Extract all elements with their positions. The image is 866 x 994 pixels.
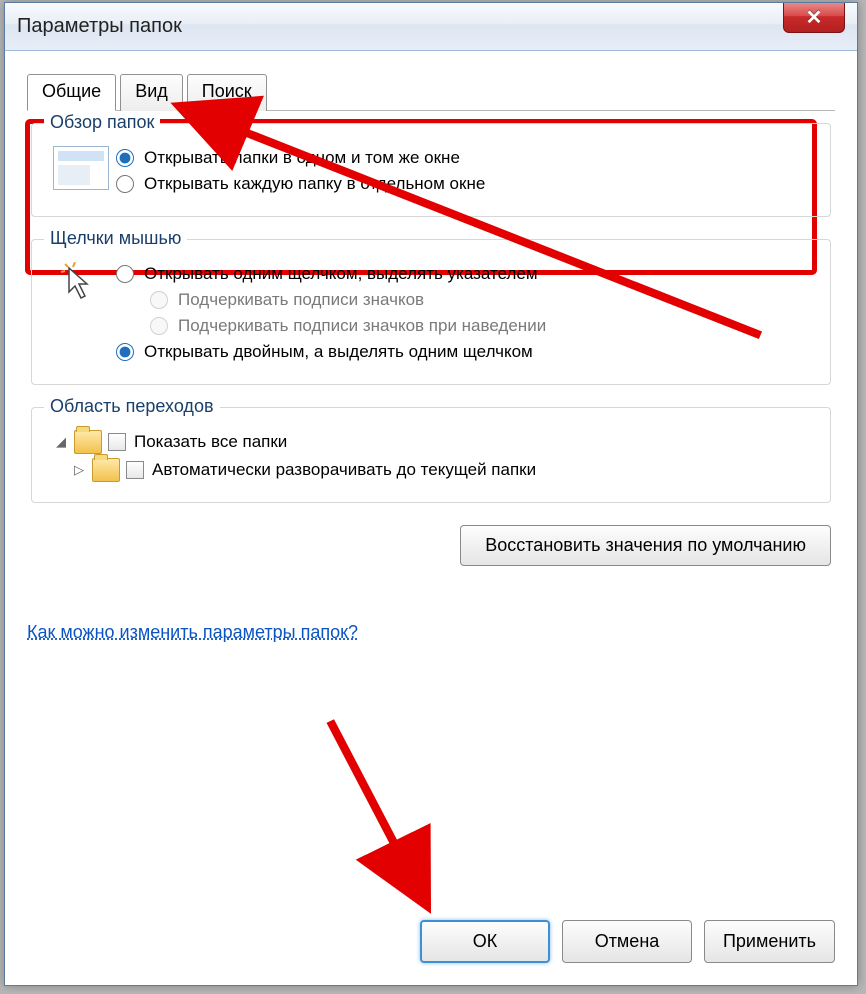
group-browse-folders: Обзор папок Открывать папки в одном и то… [31,123,831,217]
folder-icon [74,430,102,454]
radio-input [150,291,168,309]
browse-folders-icon [46,142,116,190]
radio-same-window[interactable]: Открывать папки в одном и том же окне [116,148,816,168]
radio-double-click[interactable]: Открывать двойным, а выделять одним щелч… [116,342,816,362]
tab-general[interactable]: Общие [27,74,116,111]
radio-underline-hover: Подчеркивать подписи значков при наведен… [150,316,816,336]
cancel-button[interactable]: Отмена [562,920,692,963]
ok-button[interactable]: ОК [420,920,550,963]
close-button[interactable]: ✕ [783,3,845,33]
radio-underline-always: Подчеркивать подписи значков [150,290,816,310]
checkbox-label: Показать все папки [134,432,287,452]
tab-view[interactable]: Вид [120,74,183,111]
close-icon: ✕ [806,5,823,30]
tree-expand-icon[interactable]: ▷ [70,462,88,478]
group-legend: Обзор папок [44,112,160,133]
dialog-buttons: ОК Отмена Применить [420,920,835,963]
radio-new-window[interactable]: Открывать каждую папку в отдельном окне [116,174,816,194]
group-click-items: Щелчки мышью [31,239,831,385]
tree-row-show-all: ◢ Показать все папки [52,430,816,454]
group-legend: Щелчки мышью [44,228,187,249]
folder-icon [92,458,120,482]
radio-input[interactable] [116,265,134,283]
checkbox-show-all[interactable] [108,433,126,451]
radio-input[interactable] [116,149,134,167]
checkbox-label: Автоматически разворачивать до текущей п… [152,460,536,480]
restore-defaults-button[interactable]: Восстановить значения по умолчанию [460,525,831,566]
radio-input [150,317,168,335]
group-legend: Область переходов [44,396,220,417]
apply-button[interactable]: Применить [704,920,835,963]
client-area: Общие Вид Поиск Обзор папок Открывать па… [5,51,857,985]
checkbox-auto-expand[interactable] [126,461,144,479]
click-items-icon [46,258,116,306]
tabstrip: Общие Вид Поиск [27,73,835,111]
radio-input[interactable] [116,343,134,361]
group-navigation-pane: Область переходов ◢ Показать все папки ▷… [31,407,831,503]
titlebar: Параметры папок ✕ [5,3,857,51]
tab-content: Обзор папок Открывать папки в одном и то… [27,123,835,643]
window-title: Параметры папок [17,15,182,38]
tree-row-auto-expand: ▷ Автоматически разворачивать до текущей… [70,458,816,482]
tab-search[interactable]: Поиск [187,74,267,111]
tree-collapse-icon[interactable]: ◢ [52,434,70,450]
help-link[interactable]: Как можно изменить параметры папок? [27,622,358,643]
radio-single-click[interactable]: Открывать одним щелчком, выделять указат… [116,264,816,284]
dialog-window: Параметры папок ✕ Общие Вид Поиск Обзор … [4,2,858,986]
radio-input[interactable] [116,175,134,193]
